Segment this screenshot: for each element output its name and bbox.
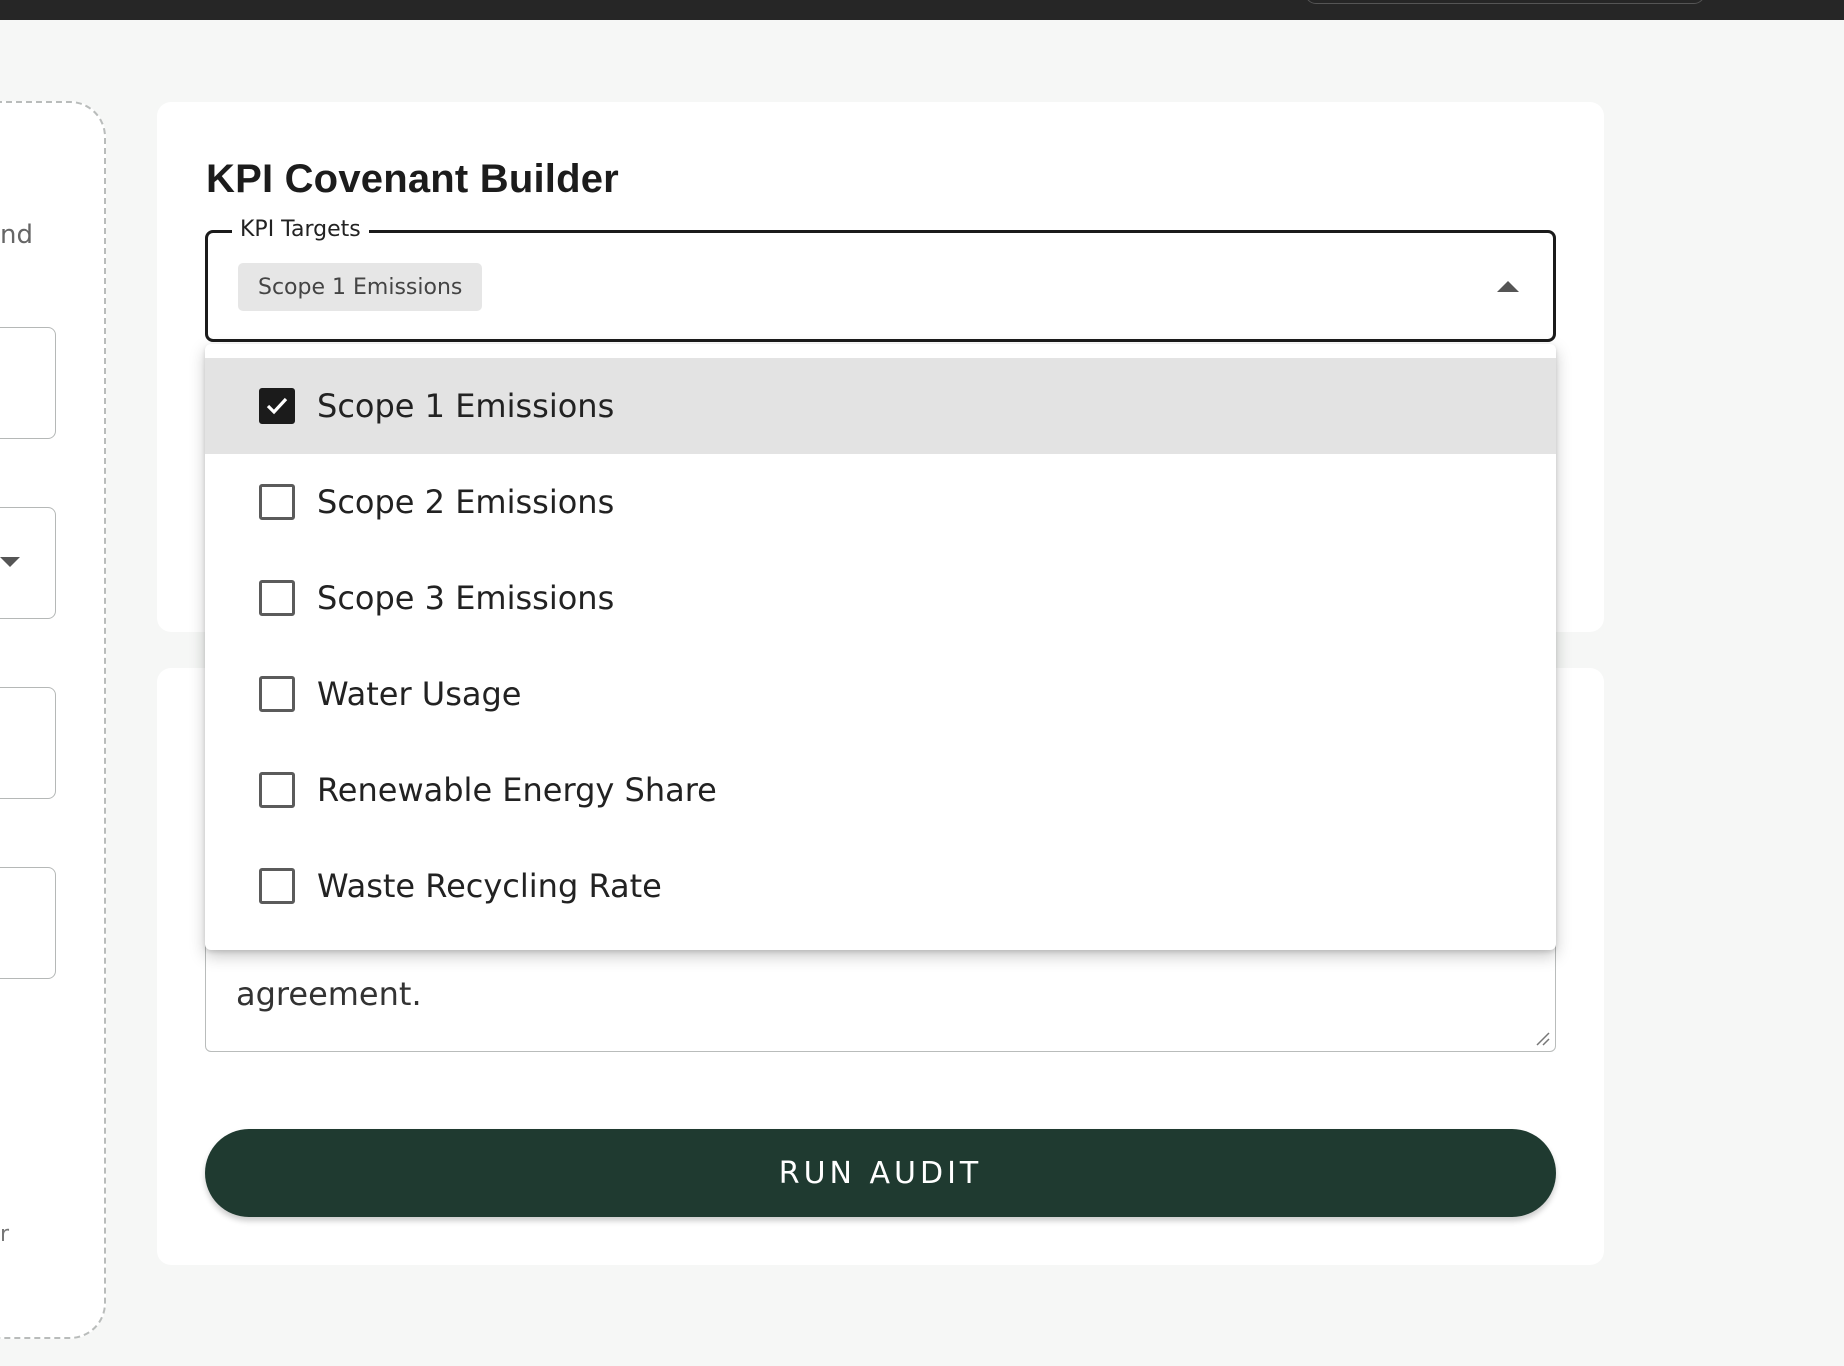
menu-item-label: Scope 1 Emissions: [317, 387, 615, 425]
checkbox-unchecked[interactable]: [259, 772, 295, 808]
menu-item-scope-3[interactable]: Scope 3 Emissions: [205, 550, 1556, 646]
menu-item-waste-recycling[interactable]: Waste Recycling Rate: [205, 838, 1556, 934]
checkbox-unchecked[interactable]: [259, 484, 295, 520]
kpi-targets-menu: Scope 1 Emissions Scope 2 Emissions Scop…: [205, 344, 1556, 950]
checkbox-unchecked[interactable]: [259, 580, 295, 616]
top-bar: [0, 0, 1844, 20]
menu-item-label: Water Usage: [317, 675, 522, 713]
menu-item-renewable-energy[interactable]: Renewable Energy Share: [205, 742, 1556, 838]
resize-grip-icon[interactable]: [1533, 1029, 1551, 1047]
menu-item-label: Waste Recycling Rate: [317, 867, 662, 905]
card-title: KPI Covenant Builder: [206, 157, 619, 201]
kpi-targets-select[interactable]: KPI Targets Scope 1 Emissions: [205, 217, 1556, 342]
left-panel-input-2[interactable]: [0, 687, 56, 799]
checkbox-unchecked[interactable]: [259, 868, 295, 904]
kpi-targets-label: KPI Targets: [232, 217, 369, 242]
left-panel-text: nd: [0, 220, 33, 250]
chevron-down-icon: [0, 557, 20, 567]
menu-item-water-usage[interactable]: Water Usage: [205, 646, 1556, 742]
left-panel-input-3[interactable]: [0, 867, 56, 979]
menu-item-scope-2[interactable]: Scope 2 Emissions: [205, 454, 1556, 550]
checkbox-checked[interactable]: [259, 388, 295, 424]
top-bar-search[interactable]: [1305, 0, 1705, 4]
left-panel-edge-glyph: r: [0, 1222, 10, 1247]
check-icon: [266, 397, 288, 415]
textarea-content: agreement.: [236, 975, 422, 1013]
menu-item-label: Renewable Energy Share: [317, 771, 717, 809]
run-audit-button[interactable]: RUN AUDIT: [205, 1129, 1556, 1217]
arrow-up-icon[interactable]: [1497, 281, 1519, 292]
menu-item-scope-1[interactable]: Scope 1 Emissions: [205, 358, 1556, 454]
menu-item-label: Scope 3 Emissions: [317, 579, 615, 617]
menu-item-label: Scope 2 Emissions: [317, 483, 615, 521]
left-panel-input-1[interactable]: [0, 327, 56, 439]
selected-kpi-chip[interactable]: Scope 1 Emissions: [238, 263, 483, 311]
checkbox-unchecked[interactable]: [259, 676, 295, 712]
